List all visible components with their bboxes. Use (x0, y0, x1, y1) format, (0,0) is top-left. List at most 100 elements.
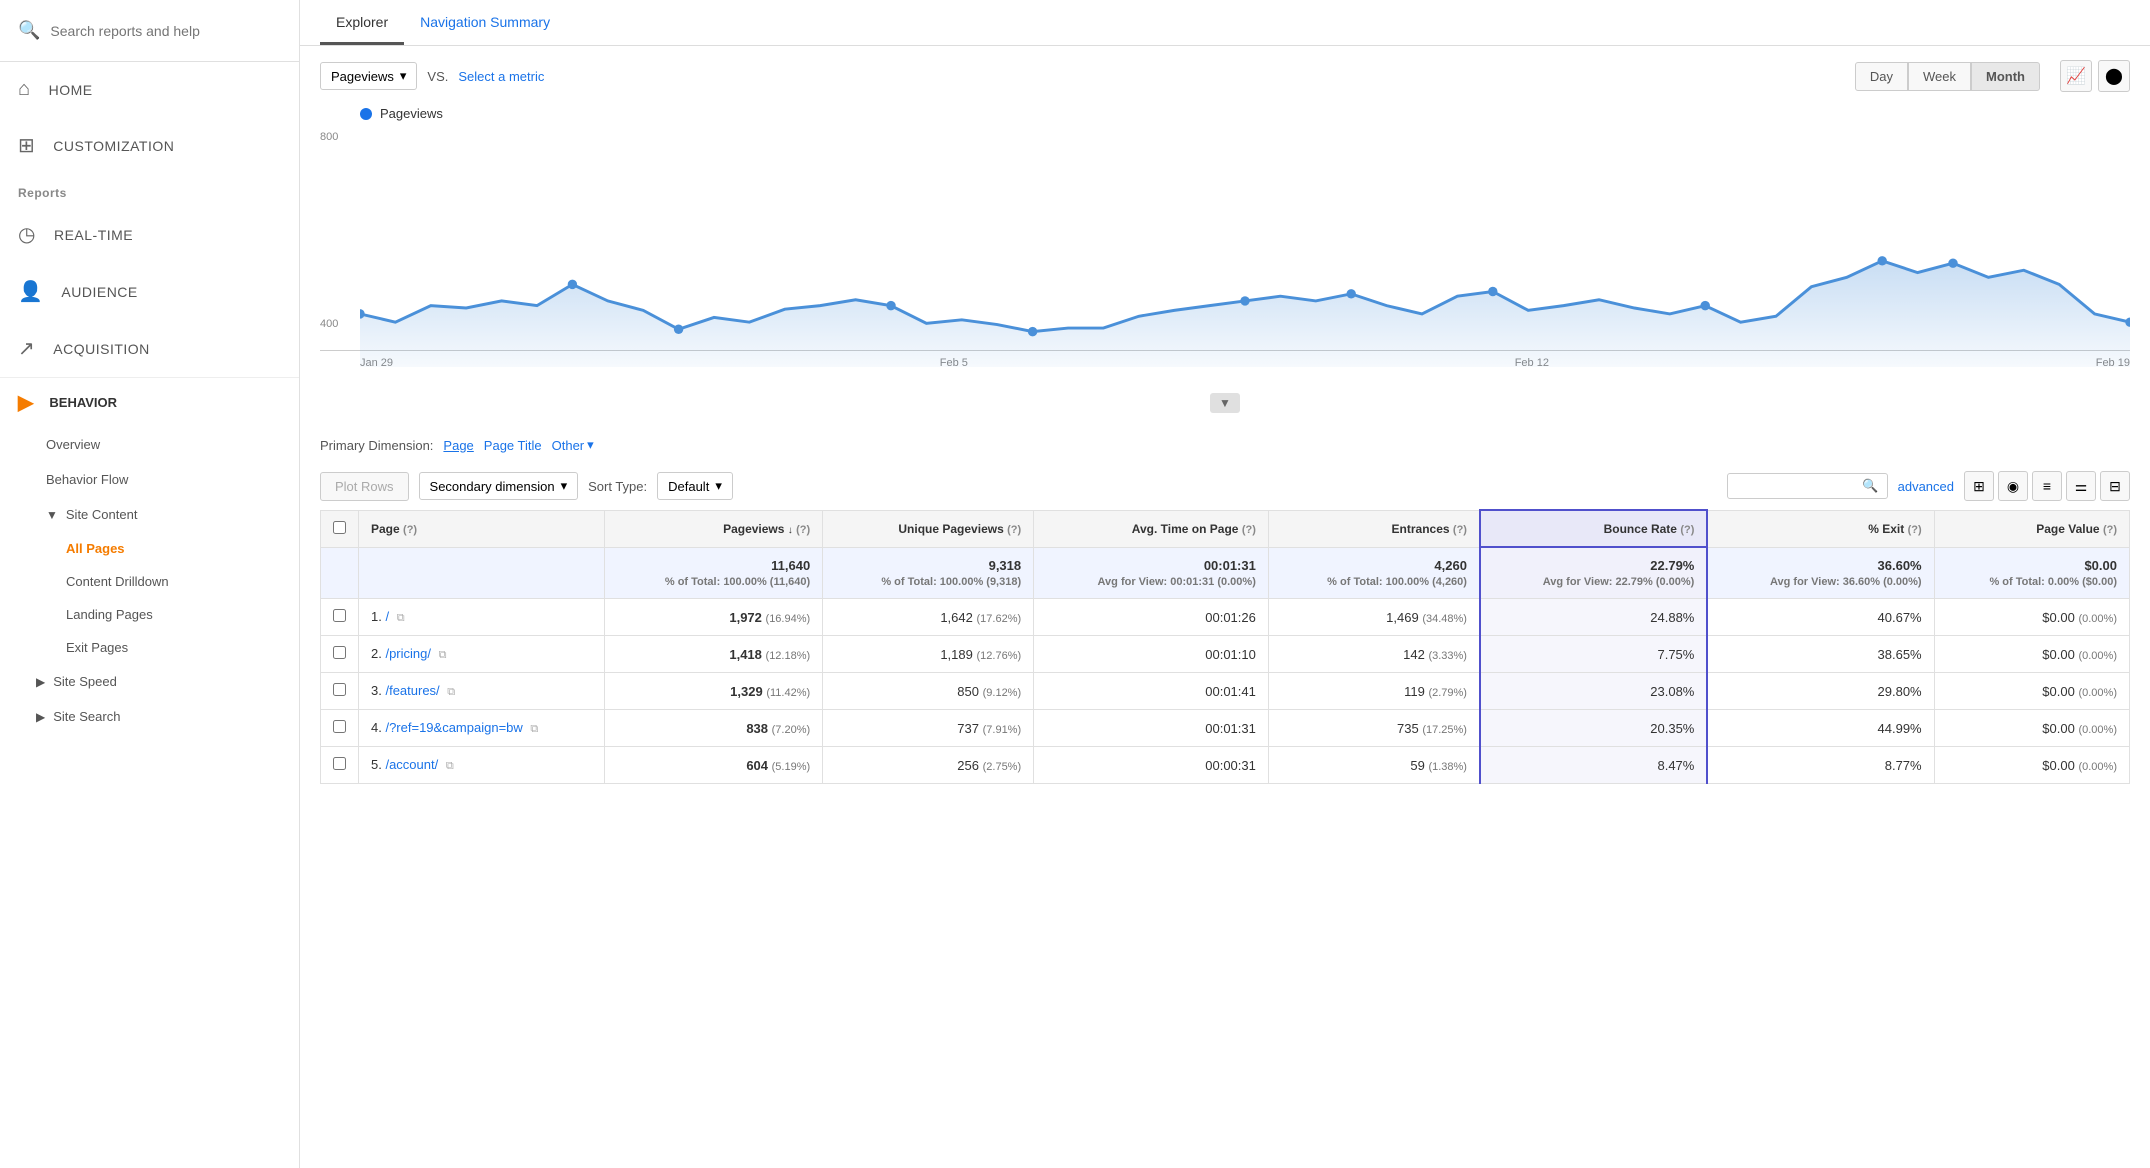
secondary-dimension-dropdown[interactable]: Secondary dimension ▾ (419, 472, 579, 500)
chart-legend: Pageviews (320, 106, 2130, 121)
row3-bounce-rate: 23.08% (1480, 673, 1707, 710)
sidebar-item-acquisition[interactable]: ↗ ACQUISITION (0, 320, 299, 377)
tab-explorer[interactable]: Explorer (320, 0, 404, 45)
realtime-label: REAL-TIME (54, 227, 133, 243)
row5-checkbox[interactable] (321, 747, 359, 784)
row1-avg-time: 00:01:26 (1034, 599, 1269, 636)
header-checkbox[interactable] (321, 510, 359, 547)
behavior-label: BEHAVIOR (49, 395, 117, 410)
row5-avg-time: 00:00:31 (1034, 747, 1269, 784)
sidebar-item-exit-pages[interactable]: Exit Pages (20, 631, 299, 664)
row5-copy-icon[interactable]: ⧉ (446, 760, 454, 772)
row2-copy-icon[interactable]: ⧉ (439, 649, 447, 661)
row1-page-link[interactable]: / (385, 609, 389, 624)
time-btn-month[interactable]: Month (1971, 62, 2040, 91)
table-search-input[interactable] (1736, 479, 1856, 494)
table-bar-icon[interactable]: ≡ (2032, 471, 2062, 501)
totals-avg-time: 00:01:31 Avg for View: 00:01:31 (0.00%) (1034, 547, 1269, 599)
acquisition-label: ACQUISITION (53, 341, 150, 357)
row2-exit: 38.65% (1707, 636, 1934, 673)
metric-dropdown-arrow: ▾ (400, 68, 407, 84)
metric-dropdown[interactable]: Pageviews ▾ (320, 62, 417, 90)
header-page-value[interactable]: Page Value (?) (1934, 510, 2129, 547)
header-entrances[interactable]: Entrances (?) (1268, 510, 1480, 547)
table-pivot-icon[interactable]: ⊟ (2100, 471, 2130, 501)
primary-dim-page-title[interactable]: Page Title (484, 438, 542, 453)
header-bounce-rate[interactable]: Bounce Rate (?) (1480, 510, 1707, 547)
home-icon: ⌂ (18, 78, 31, 101)
row3-pageviews: 1,329 (11.42%) (605, 673, 823, 710)
row4-page-value: $0.00 (0.00%) (1934, 710, 2129, 747)
row3-entrances: 119 (2.79%) (1268, 673, 1480, 710)
row5-page-link[interactable]: /account/ (385, 757, 438, 772)
advanced-link[interactable]: advanced (1898, 479, 1954, 494)
main-content: Explorer Navigation Summary Pageviews ▾ … (300, 0, 2150, 1168)
line-chart-icon[interactable]: 📈 (2060, 60, 2092, 92)
row1-copy-icon[interactable]: ⧉ (397, 612, 405, 624)
header-unique-pageviews[interactable]: Unique Pageviews (?) (823, 510, 1034, 547)
sidebar-item-audience[interactable]: 👤 AUDIENCE (0, 263, 299, 320)
pie-chart-icon[interactable]: ⬤ (2098, 60, 2130, 92)
row1-page-value: $0.00 (0.00%) (1934, 599, 2129, 636)
row3-checkbox[interactable] (321, 673, 359, 710)
header-pageviews[interactable]: Pageviews ↓ (?) (605, 510, 823, 547)
row1-pageviews: 1,972 (16.94%) (605, 599, 823, 636)
row2-page-value: $0.00 (0.00%) (1934, 636, 2129, 673)
table-row: 4. /?ref=19&campaign=bw ⧉ 838 (7.20%) 73… (321, 710, 2130, 747)
table-comparison-icon[interactable]: ⚌ (2066, 471, 2096, 501)
sidebar-item-realtime[interactable]: ◷ REAL-TIME (0, 206, 299, 263)
primary-dim-page[interactable]: Page (443, 438, 473, 453)
plot-rows-button[interactable]: Plot Rows (320, 472, 409, 501)
row2-page-link[interactable]: /pricing/ (385, 646, 431, 661)
row4-checkbox[interactable] (321, 710, 359, 747)
site-search-label: Site Search (53, 709, 120, 724)
search-bar[interactable]: 🔍 (0, 0, 299, 62)
row3-page-value: $0.00 (0.00%) (1934, 673, 2129, 710)
row3-page-link[interactable]: /features/ (385, 683, 439, 698)
secondary-dim-label: Secondary dimension (430, 479, 555, 494)
site-content-group: ▼ Site Content All Pages Content Drilldo… (10, 497, 299, 664)
sidebar-item-site-search[interactable]: ▶ Site Search (10, 699, 299, 734)
table-search-box[interactable]: 🔍 (1727, 473, 1887, 499)
row1-checkbox[interactable] (321, 599, 359, 636)
time-btn-day[interactable]: Day (1855, 62, 1908, 91)
view-icons: 📈 ⬤ (2060, 60, 2130, 92)
header-avg-time[interactable]: Avg. Time on Page (?) (1034, 510, 1269, 547)
row3-page: 3. /features/ ⧉ (359, 673, 605, 710)
row3-copy-icon[interactable]: ⧉ (447, 686, 455, 698)
sidebar-item-all-pages[interactable]: All Pages (20, 532, 299, 565)
select-all-checkbox[interactable] (333, 521, 346, 534)
header-exit[interactable]: % Exit (?) (1707, 510, 1934, 547)
sidebar-item-home[interactable]: ⌂ HOME (0, 62, 299, 117)
row4-avg-time: 00:01:31 (1034, 710, 1269, 747)
time-btn-week[interactable]: Week (1908, 62, 1971, 91)
primary-dim-other[interactable]: Other ▾ (552, 437, 594, 453)
sidebar-item-behavior-flow[interactable]: Behavior Flow (10, 462, 299, 497)
row4-page-link[interactable]: /?ref=19&campaign=bw (385, 720, 522, 735)
sort-type-dropdown[interactable]: Default ▾ (657, 472, 733, 500)
sidebar-item-landing-pages[interactable]: Landing Pages (20, 598, 299, 631)
header-page-help: (?) (403, 524, 417, 536)
tab-navigation-summary[interactable]: Navigation Summary (404, 0, 566, 45)
select-metric-link[interactable]: Select a metric (458, 69, 544, 84)
sidebar-item-customization[interactable]: ⊞ CUSTOMIZATION (0, 117, 299, 174)
totals-checkbox-cell (321, 547, 359, 599)
search-input[interactable] (50, 23, 281, 39)
sidebar-item-site-speed[interactable]: ▶ Site Speed (10, 664, 299, 699)
table-pie-icon[interactable]: ◉ (1998, 471, 2028, 501)
sidebar-item-behavior[interactable]: ▶ BEHAVIOR (0, 378, 299, 427)
scroll-hint-button[interactable]: ▼ (1210, 393, 1240, 413)
row4-copy-icon[interactable]: ⧉ (530, 723, 538, 735)
row2-checkbox[interactable] (321, 636, 359, 673)
sidebar-item-content-drilldown[interactable]: Content Drilldown (20, 565, 299, 598)
totals-unique: 9,318 % of Total: 100.00% (9,318) (823, 547, 1034, 599)
totals-row: 11,640 % of Total: 100.00% (11,640) 9,31… (321, 547, 2130, 599)
chart-toolbar: Pageviews ▾ VS. Select a metric Day Week… (300, 46, 2150, 106)
sidebar-item-overview[interactable]: Overview (10, 427, 299, 462)
sidebar-item-site-content[interactable]: ▼ Site Content (20, 497, 299, 532)
row2-page: 2. /pricing/ ⧉ (359, 636, 605, 673)
data-table: Page (?) Pageviews ↓ (?) Unique Pageview… (320, 509, 2130, 784)
content-drilldown-label: Content Drilldown (66, 574, 169, 589)
table-grid-icon[interactable]: ⊞ (1964, 471, 1994, 501)
primary-dimension: Primary Dimension: Page Page Title Other… (300, 427, 2150, 463)
